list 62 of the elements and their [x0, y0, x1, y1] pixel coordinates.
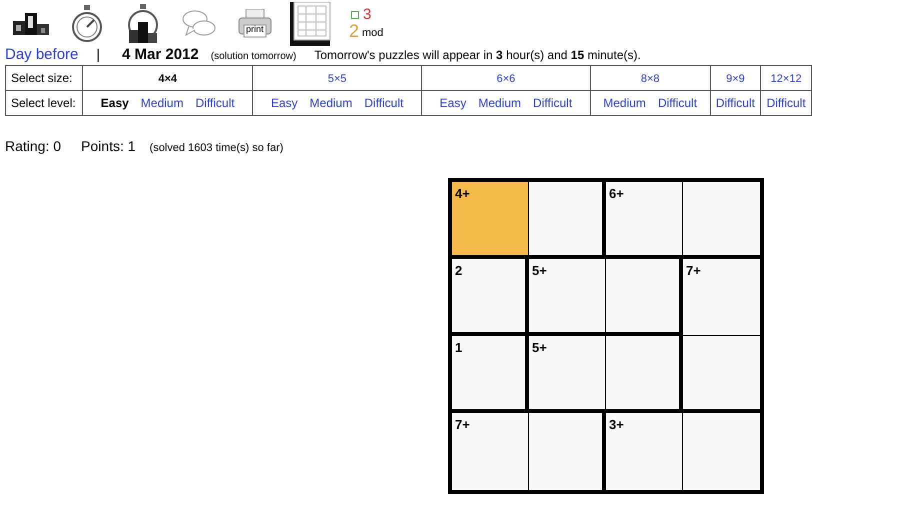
- solved-count: (solved 1603 time(s) so far): [150, 142, 284, 154]
- cage-clue: 1: [455, 340, 462, 355]
- countdown-text: Tomorrow's puzzles will appear in 3 hour(s) and 15 minute(s).: [314, 48, 641, 62]
- toolbar-button[interactable]: 3 2 mod: [341, 2, 393, 46]
- stopwatch-icon: [70, 5, 104, 43]
- size-link[interactable]: 6×6: [496, 73, 516, 85]
- grid-cell[interactable]: [606, 336, 683, 413]
- day-before-link[interactable]: Day before: [5, 46, 78, 63]
- level-link[interactable]: Medium: [478, 96, 522, 110]
- level-link[interactable]: Difficult: [658, 96, 698, 110]
- mod-label: mod: [362, 27, 384, 39]
- cage-clue: 5+: [532, 263, 547, 278]
- level-link[interactable]: Easy: [440, 96, 466, 110]
- size-link[interactable]: 9×9: [726, 73, 745, 85]
- size-label: Select size:: [10, 71, 74, 85]
- level-link[interactable]: Easy: [100, 96, 129, 110]
- puzzle-date: 4 Mar 2012: [122, 46, 199, 63]
- grid-cell[interactable]: 1: [452, 336, 529, 413]
- cage-clue: 2: [455, 263, 462, 278]
- stopwatch-podium-icon: [126, 4, 160, 44]
- size-link[interactable]: 4×4: [158, 73, 178, 85]
- level-link[interactable]: Difficult: [364, 96, 404, 110]
- cage-clue: 7+: [686, 263, 701, 278]
- grid-cell[interactable]: [529, 413, 606, 490]
- level-link[interactable]: Easy: [270, 96, 298, 110]
- grid-cell[interactable]: [683, 336, 760, 413]
- level-link[interactable]: Medium: [603, 96, 646, 110]
- grid-cell[interactable]: [683, 182, 760, 259]
- level-link[interactable]: Difficult: [533, 96, 572, 110]
- cage-clue: 7+: [455, 417, 470, 432]
- grid-cell[interactable]: [683, 413, 760, 490]
- toolbar-button[interactable]: print: [229, 2, 281, 46]
- level-link[interactable]: Medium: [140, 96, 184, 110]
- level-link[interactable]: Difficult: [195, 96, 235, 110]
- size-link[interactable]: 5×5: [328, 73, 347, 85]
- solution-note: (solution tomorrow): [210, 51, 296, 62]
- grid-cell[interactable]: [606, 259, 683, 336]
- print-label: print: [246, 24, 264, 34]
- cage-clue: 5+: [532, 340, 547, 355]
- grid-cell[interactable]: 7+: [452, 413, 529, 490]
- cage-clue: 3+: [609, 417, 624, 432]
- points-text: Points: 1: [81, 138, 136, 154]
- checkbox-icon: [351, 11, 359, 19]
- grid-cell[interactable]: 4+: [452, 182, 529, 259]
- rating-text: Rating: 0: [5, 138, 62, 154]
- level-link[interactable]: Medium: [310, 96, 352, 110]
- speech-bubbles-icon: [181, 9, 217, 39]
- level-label: Select level:: [10, 96, 77, 110]
- grid-cell[interactable]: 2: [452, 259, 529, 336]
- digit-label: 2: [349, 22, 360, 41]
- digit-label: 3: [363, 7, 372, 23]
- podium-icon: [13, 13, 49, 35]
- cage-clue: 6+: [609, 186, 624, 201]
- cage-clue: 4+: [455, 186, 470, 201]
- grid-cell[interactable]: 5+: [529, 336, 606, 413]
- size-link[interactable]: 8×8: [640, 73, 660, 85]
- separator: |: [96, 46, 100, 62]
- grid-cell[interactable]: 3+: [606, 413, 683, 490]
- grid-cell[interactable]: [529, 182, 606, 259]
- grid-cell[interactable]: 5+: [529, 259, 606, 336]
- grid-cell[interactable]: 7+: [683, 259, 760, 336]
- grid-cell[interactable]: 6+: [606, 182, 683, 259]
